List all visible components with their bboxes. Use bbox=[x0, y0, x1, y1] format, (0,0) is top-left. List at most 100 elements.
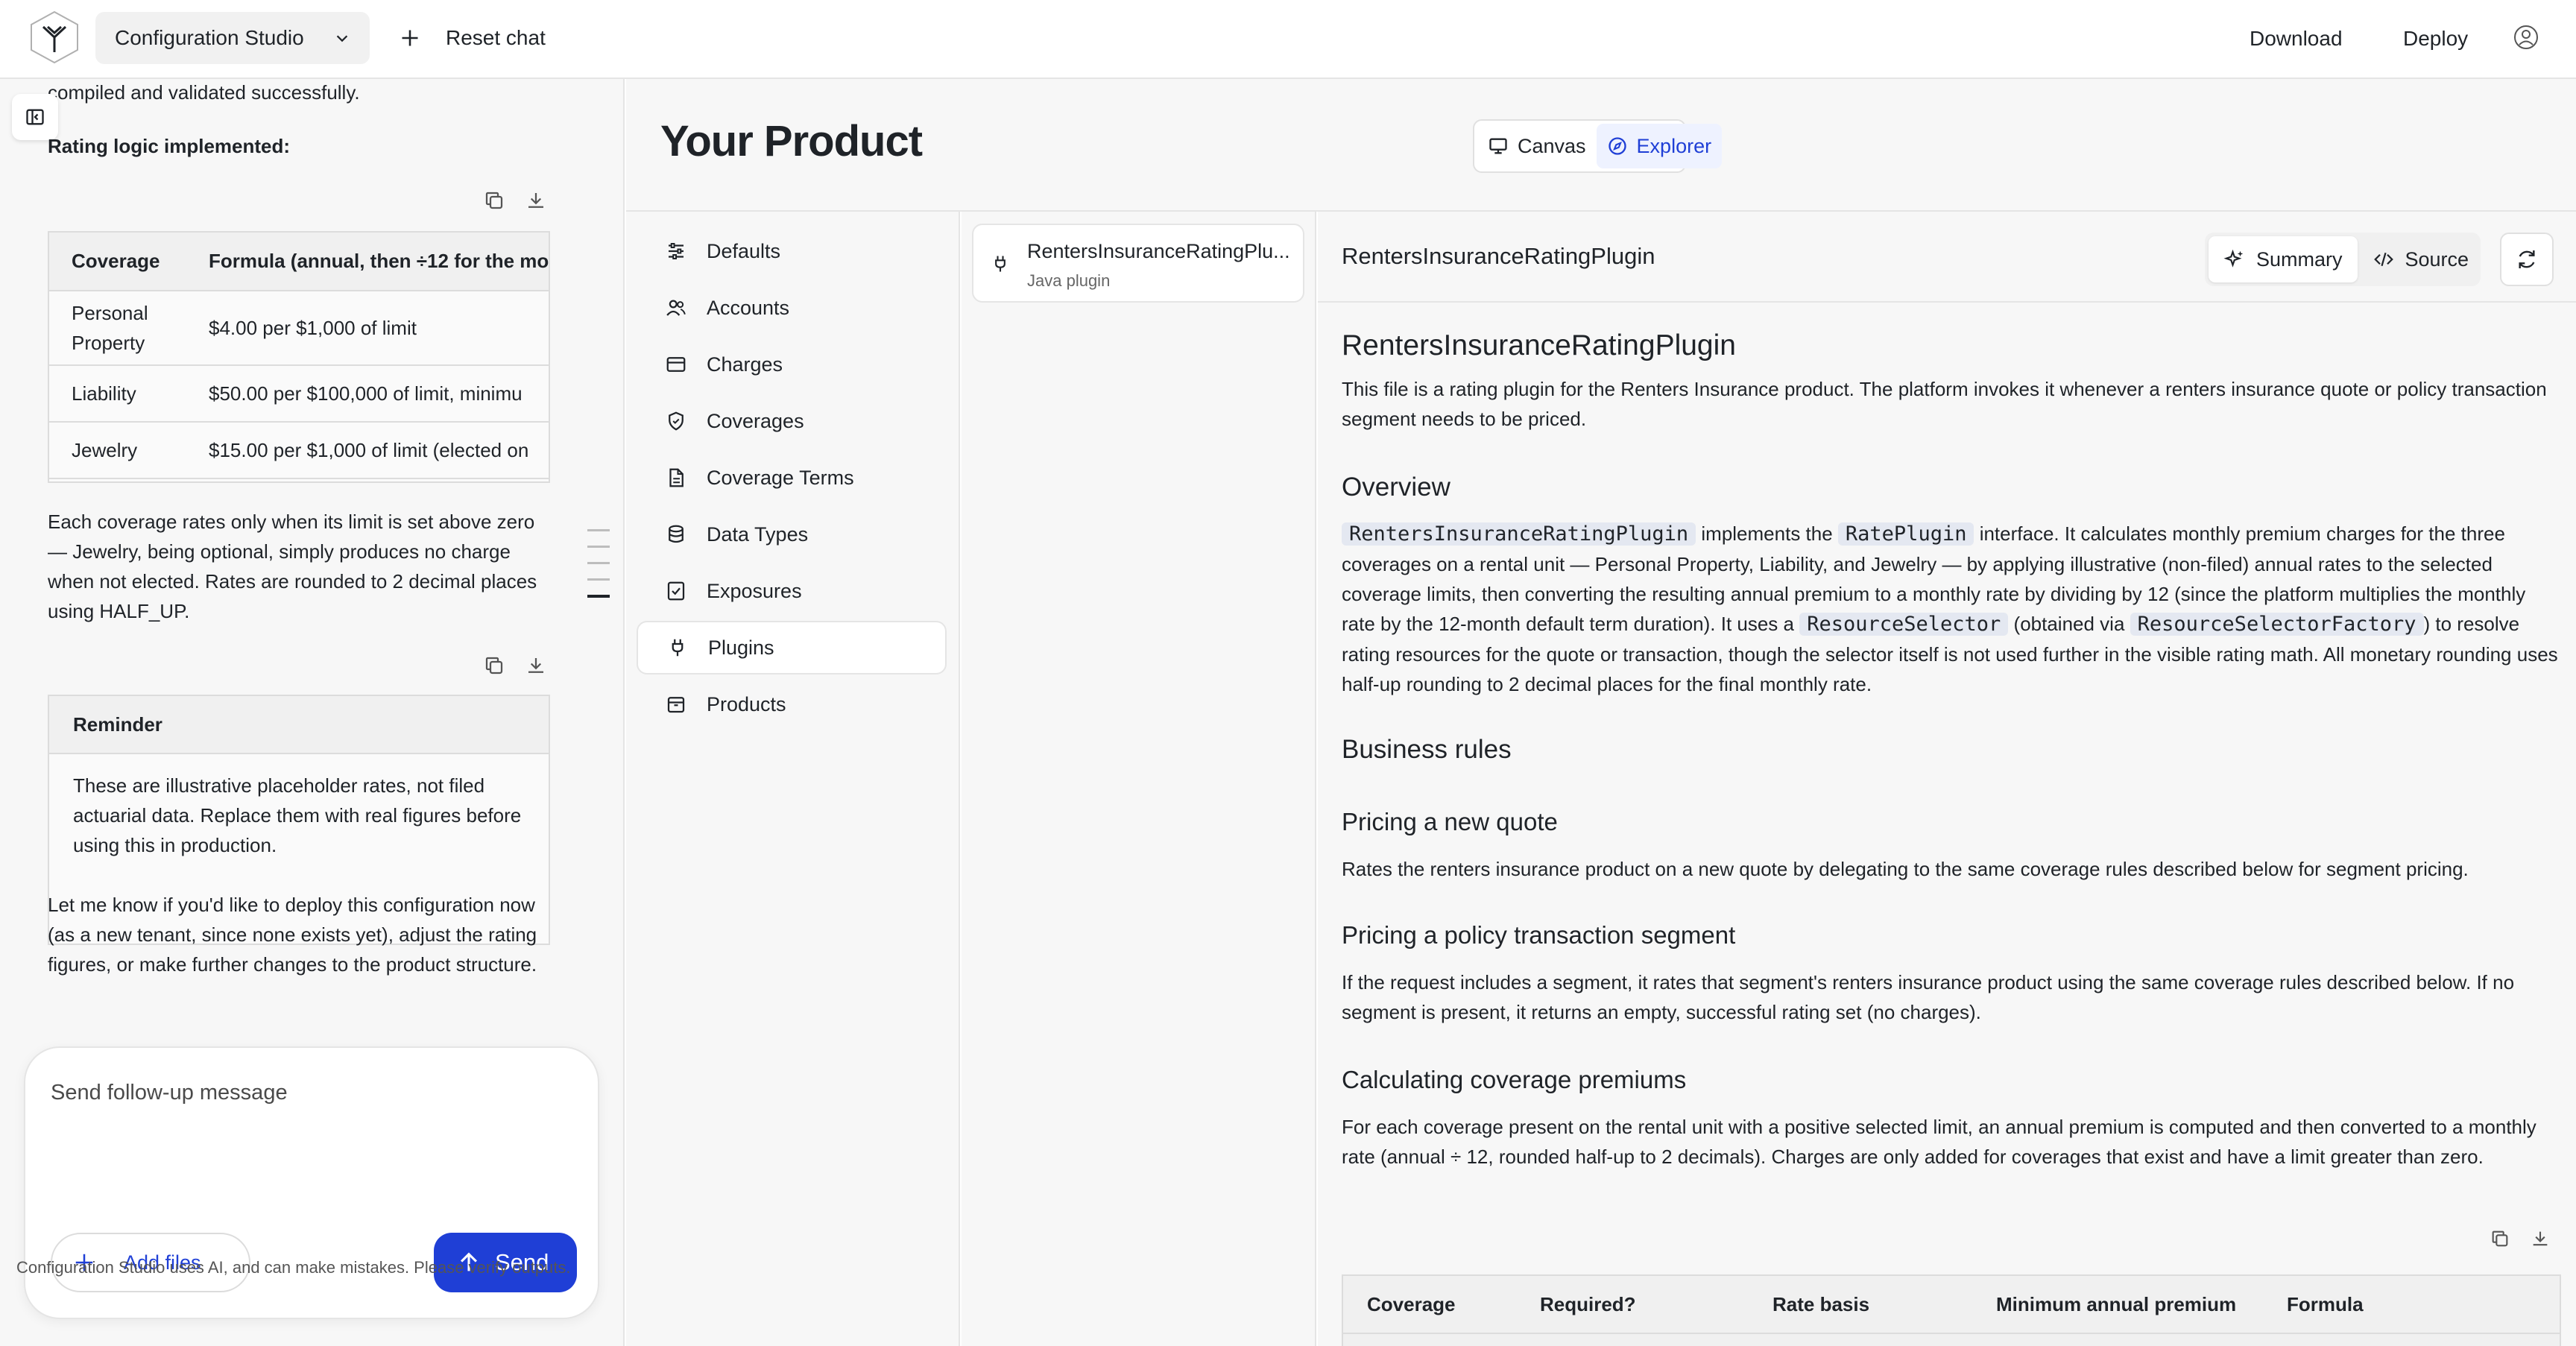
deploy-button[interactable]: Deploy bbox=[2403, 27, 2468, 51]
plug-icon bbox=[672, 639, 684, 657]
table-cell: Jewelry bbox=[49, 422, 186, 479]
app-selector[interactable]: Configuration Studio bbox=[95, 12, 370, 64]
canvas-view-label: Canvas bbox=[1518, 134, 1586, 157]
nav-item-plugins[interactable]: Plugins bbox=[637, 621, 947, 674]
nav-item-label: Charges bbox=[707, 353, 783, 376]
copy-icon[interactable] bbox=[483, 654, 505, 677]
code-chip: ResourceSelectorFactory bbox=[2130, 613, 2424, 636]
overview-text: (obtained via bbox=[2008, 613, 2130, 635]
table-header-cell: Rate basis bbox=[1772, 1292, 1870, 1315]
table-cell: $4.00 per $1,000 of limit bbox=[186, 291, 549, 366]
nav-item-label: Accounts bbox=[707, 296, 790, 319]
coverage-rules-table: Coverage Required? Rate basis Minimum an… bbox=[1342, 1274, 2561, 1346]
table-header-cell: Formula (annual, then ÷12 for the mo bbox=[186, 233, 549, 291]
document-icon bbox=[669, 468, 684, 487]
reminder-actions bbox=[483, 654, 547, 677]
card-icon bbox=[666, 357, 686, 372]
nav-item-label: Coverage Terms bbox=[707, 466, 854, 489]
document-header: RentersInsuranceRatingPlugin Summary Sou… bbox=[1318, 212, 2576, 303]
app-name: Configuration Studio bbox=[115, 26, 304, 49]
chat-message-text: compiled and validated successfully. bbox=[48, 81, 360, 104]
reminder-body: These are illustrative placeholder rates… bbox=[73, 774, 522, 856]
table-header-cell: Required? bbox=[1540, 1292, 1636, 1315]
document-intro: This file is a rating plugin for the Ren… bbox=[1342, 378, 2547, 430]
overview-paragraph: RentersInsuranceRatingPlugin implements … bbox=[1342, 519, 2561, 699]
summary-tab[interactable]: Summary bbox=[2209, 236, 2358, 282]
download-icon[interactable] bbox=[525, 654, 547, 677]
source-tab-label: Source bbox=[2405, 247, 2469, 271]
rating-table-actions bbox=[483, 189, 547, 212]
shield-icon bbox=[669, 411, 684, 431]
table-header-cell: Coverage bbox=[1367, 1292, 1456, 1315]
checklist-icon bbox=[667, 581, 685, 601]
table-header-cell: Formula bbox=[2287, 1292, 2364, 1315]
refresh-button[interactable] bbox=[2500, 233, 2554, 286]
nav-item-coverages[interactable]: Coverages bbox=[637, 394, 947, 448]
file-type: Java plugin bbox=[1027, 271, 1111, 290]
source-tab[interactable]: Source bbox=[2358, 236, 2484, 282]
nav-item-products[interactable]: Products bbox=[637, 677, 947, 731]
sidebar-collapse-icon bbox=[26, 109, 44, 125]
copy-icon[interactable] bbox=[2490, 1228, 2510, 1249]
nav-item-label: Data Types bbox=[707, 522, 809, 546]
download-icon[interactable] bbox=[2530, 1228, 2551, 1249]
download-button[interactable]: Download bbox=[2250, 27, 2343, 51]
box-icon bbox=[667, 697, 685, 713]
download-icon[interactable] bbox=[525, 189, 547, 212]
nav-item-coverage-terms[interactable]: Coverage Terms bbox=[637, 451, 947, 505]
reset-chat-button[interactable]: Reset chat bbox=[400, 12, 546, 64]
nav-item-data-types[interactable]: Data Types bbox=[637, 508, 947, 561]
table-cell: Personal Property bbox=[49, 291, 186, 366]
nav-item-label: Coverages bbox=[707, 409, 804, 432]
table-row: Personal Property $4.00 per $1,000 of li… bbox=[49, 291, 549, 366]
file-name: RentersInsuranceRatingPlu... bbox=[1027, 240, 1290, 262]
table-header-cell: Minimum annual premium bbox=[1996, 1292, 2237, 1315]
nav-item-exposures[interactable]: Exposures bbox=[637, 564, 947, 618]
table-cell: Liability bbox=[49, 365, 186, 423]
overview-text: implements the bbox=[1696, 522, 1838, 545]
table-cell: $50.00 per $100,000 of limit, minimu bbox=[186, 365, 549, 423]
business-rules-heading: Business rules bbox=[1342, 735, 1512, 764]
message-input[interactable]: Send follow-up message bbox=[51, 1081, 288, 1105]
ai-disclaimer: Configuration Studio uses AI, and can ma… bbox=[16, 1258, 571, 1277]
compass-icon bbox=[1608, 137, 1626, 155]
nav-item-charges[interactable]: Charges bbox=[637, 338, 947, 391]
monitor-icon bbox=[1489, 138, 1507, 154]
explorer-view-button[interactable]: Explorer bbox=[1596, 124, 1723, 168]
canvas-view-button[interactable]: Canvas bbox=[1477, 124, 1597, 168]
page-title: Your Product bbox=[660, 117, 923, 165]
rating-table: Coverage Formula (annual, then ÷12 for t… bbox=[48, 231, 550, 483]
main-header: Your Product Canvas Explorer bbox=[626, 79, 2576, 212]
chat-scroll-indicator[interactable] bbox=[587, 529, 610, 612]
config-nav: Defaults Accounts Charges Coverages Cove… bbox=[626, 212, 960, 1346]
segment-heading: Pricing a policy transaction segment bbox=[1342, 921, 1736, 949]
sliders-icon bbox=[669, 243, 684, 259]
calc-heading: Calculating coverage premiums bbox=[1342, 1066, 1687, 1093]
file-item[interactable]: RentersInsuranceRatingPlu... Java plugin bbox=[972, 224, 1304, 303]
table-actions bbox=[2490, 1228, 2551, 1249]
quote-paragraph: Rates the renters insurance product on a… bbox=[1342, 858, 2469, 880]
overview-heading: Overview bbox=[1342, 473, 1450, 502]
table-row: Jewelry $15.00 per $1,000 of limit (elec… bbox=[49, 422, 549, 479]
quote-heading: Pricing a new quote bbox=[1342, 808, 1558, 835]
app-logo-icon[interactable] bbox=[28, 10, 80, 64]
database-icon bbox=[669, 525, 684, 543]
nav-item-defaults[interactable]: Defaults bbox=[637, 224, 947, 278]
chat-panel: compiled and validated successfully. Rat… bbox=[0, 79, 625, 1346]
user-avatar-icon[interactable] bbox=[2513, 25, 2539, 50]
table-divider bbox=[1343, 1333, 2560, 1334]
code-chip: ResourceSelector bbox=[1799, 613, 2009, 636]
reset-chat-label: Reset chat bbox=[446, 26, 546, 49]
chevron-down-icon bbox=[336, 35, 348, 42]
copy-icon[interactable] bbox=[483, 189, 505, 212]
chat-paragraph: Let me know if you'd like to deploy this… bbox=[48, 894, 537, 976]
explorer-view-label: Explorer bbox=[1636, 134, 1712, 157]
top-bar: Configuration Studio Reset chat Download… bbox=[0, 0, 2576, 79]
plug-icon bbox=[995, 256, 1006, 272]
view-toggle: Canvas Explorer bbox=[1473, 119, 1723, 173]
rating-heading: Rating logic implemented: bbox=[48, 135, 291, 157]
code-chip: RatePlugin bbox=[1837, 522, 1974, 546]
users-icon bbox=[666, 300, 686, 316]
sparkles-icon bbox=[2223, 249, 2244, 268]
nav-item-accounts[interactable]: Accounts bbox=[637, 281, 947, 335]
